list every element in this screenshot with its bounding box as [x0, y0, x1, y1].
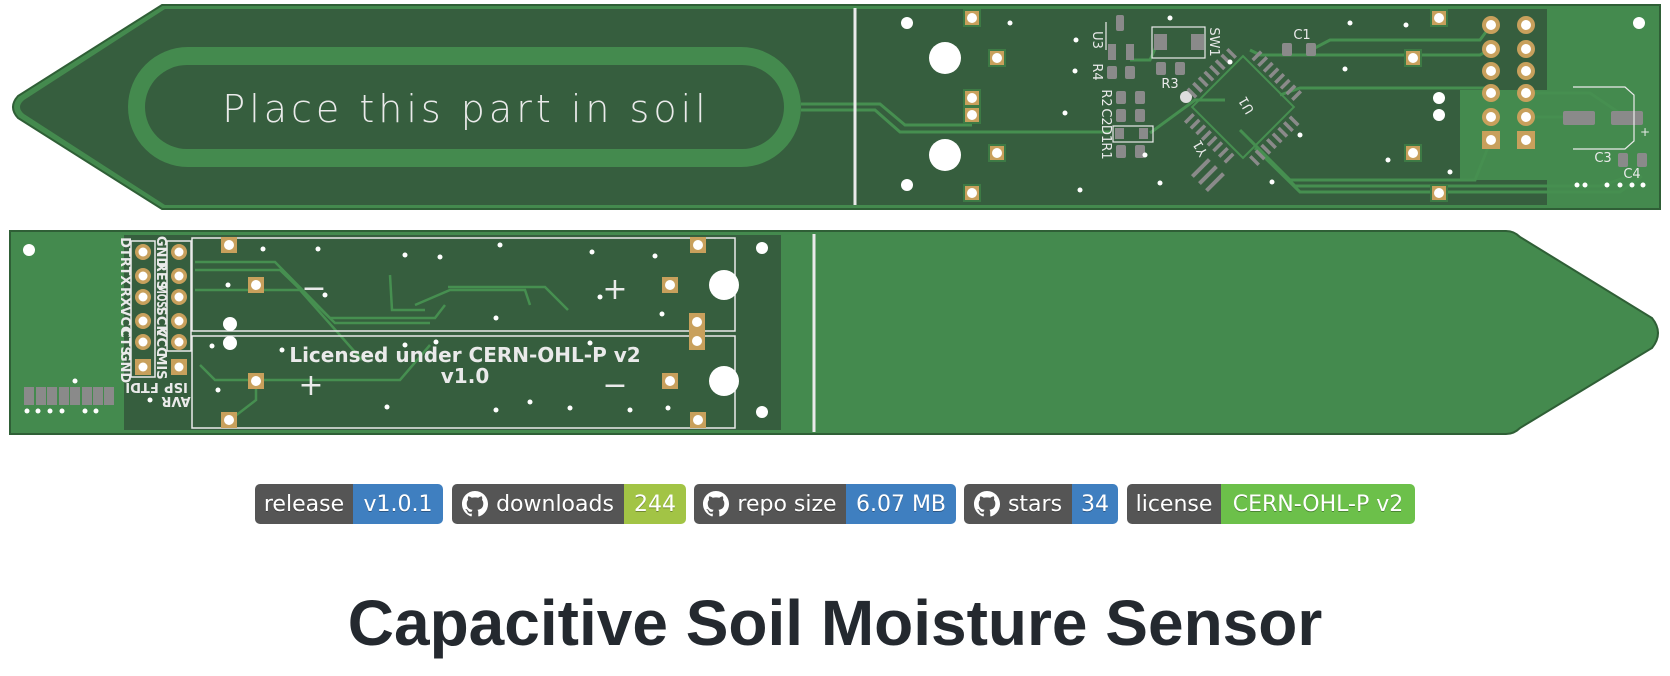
svg-text:C2: C2 — [1098, 108, 1113, 125]
ftdi-pin-label: GND — [117, 351, 132, 384]
page-title: Capacitive Soil Moisture Sensor — [347, 587, 1323, 659]
badge-label: repo size — [737, 491, 837, 517]
badge-value: v1.0.1 — [353, 484, 443, 524]
github-icon — [462, 491, 489, 517]
github-icon — [973, 491, 1000, 517]
downloads-badge[interactable]: downloads 244 — [452, 484, 686, 524]
svg-text:C1: C1 — [1293, 28, 1310, 43]
svg-text:D1: D1 — [1098, 125, 1113, 143]
license-badge[interactable]: license CERN-OHL-P v2 — [1127, 484, 1415, 524]
svg-text:R4: R4 — [1089, 63, 1104, 80]
svg-text:ISP: ISP — [164, 379, 188, 394]
badge-label: stars — [1007, 491, 1063, 517]
repo-size-badge[interactable]: repo size 6.07 MB — [694, 484, 956, 524]
ftdi-pin-label: RX — [117, 287, 132, 307]
ftdi-pin-label: DTR — [117, 237, 132, 267]
pcb-render-image: Place this part in soil U3 R4 R2 C2 D1 R… — [9, 4, 1661, 435]
badge-row: release v1.0.1 downloads 244 repo size 6… — [0, 484, 1670, 524]
badge-value: 244 — [624, 484, 686, 524]
front-text: Place this part in soil — [222, 87, 709, 131]
svg-text:+: + — [298, 368, 323, 403]
badge-label: downloads — [496, 491, 614, 517]
smd-connector-pads — [24, 387, 114, 405]
stars-badge[interactable]: stars 34 — [964, 484, 1118, 524]
svg-text:R3: R3 — [1161, 77, 1178, 92]
svg-text:AVR: AVR — [161, 393, 190, 408]
svg-text:C3: C3 — [1594, 151, 1611, 166]
pcb-back-board: DTR TX RX VCC CTS GND GND RES MOSI SCK V… — [9, 230, 1659, 435]
github-icon — [703, 491, 730, 517]
badge-value: 6.07 MB — [846, 484, 956, 524]
svg-text:−: − — [602, 368, 627, 403]
badge-label: license — [1127, 484, 1221, 524]
svg-text:U3: U3 — [1089, 31, 1104, 49]
svg-text:R2: R2 — [1098, 89, 1113, 106]
isp-pin-label: MIS — [153, 352, 168, 379]
svg-text:C4: C4 — [1623, 167, 1640, 182]
version-silkscreen: v1.0 — [441, 364, 489, 388]
pcb-front-board: Place this part in soil U3 R4 R2 C2 D1 R… — [12, 4, 1661, 210]
badge-value: 34 — [1072, 484, 1118, 524]
badge-value: CERN-OHL-P v2 — [1221, 484, 1415, 524]
svg-text:−: − — [301, 271, 326, 306]
ftdi-pin-label: TX — [117, 267, 132, 286]
release-badge[interactable]: release v1.0.1 — [255, 484, 443, 524]
svg-text:R1: R1 — [1098, 142, 1113, 159]
svg-text:SW1: SW1 — [1206, 27, 1221, 56]
svg-text:FTDI: FTDI — [125, 379, 158, 394]
svg-text:+: + — [602, 272, 627, 307]
svg-text:+: + — [1640, 125, 1650, 139]
badge-label: release — [255, 484, 353, 524]
